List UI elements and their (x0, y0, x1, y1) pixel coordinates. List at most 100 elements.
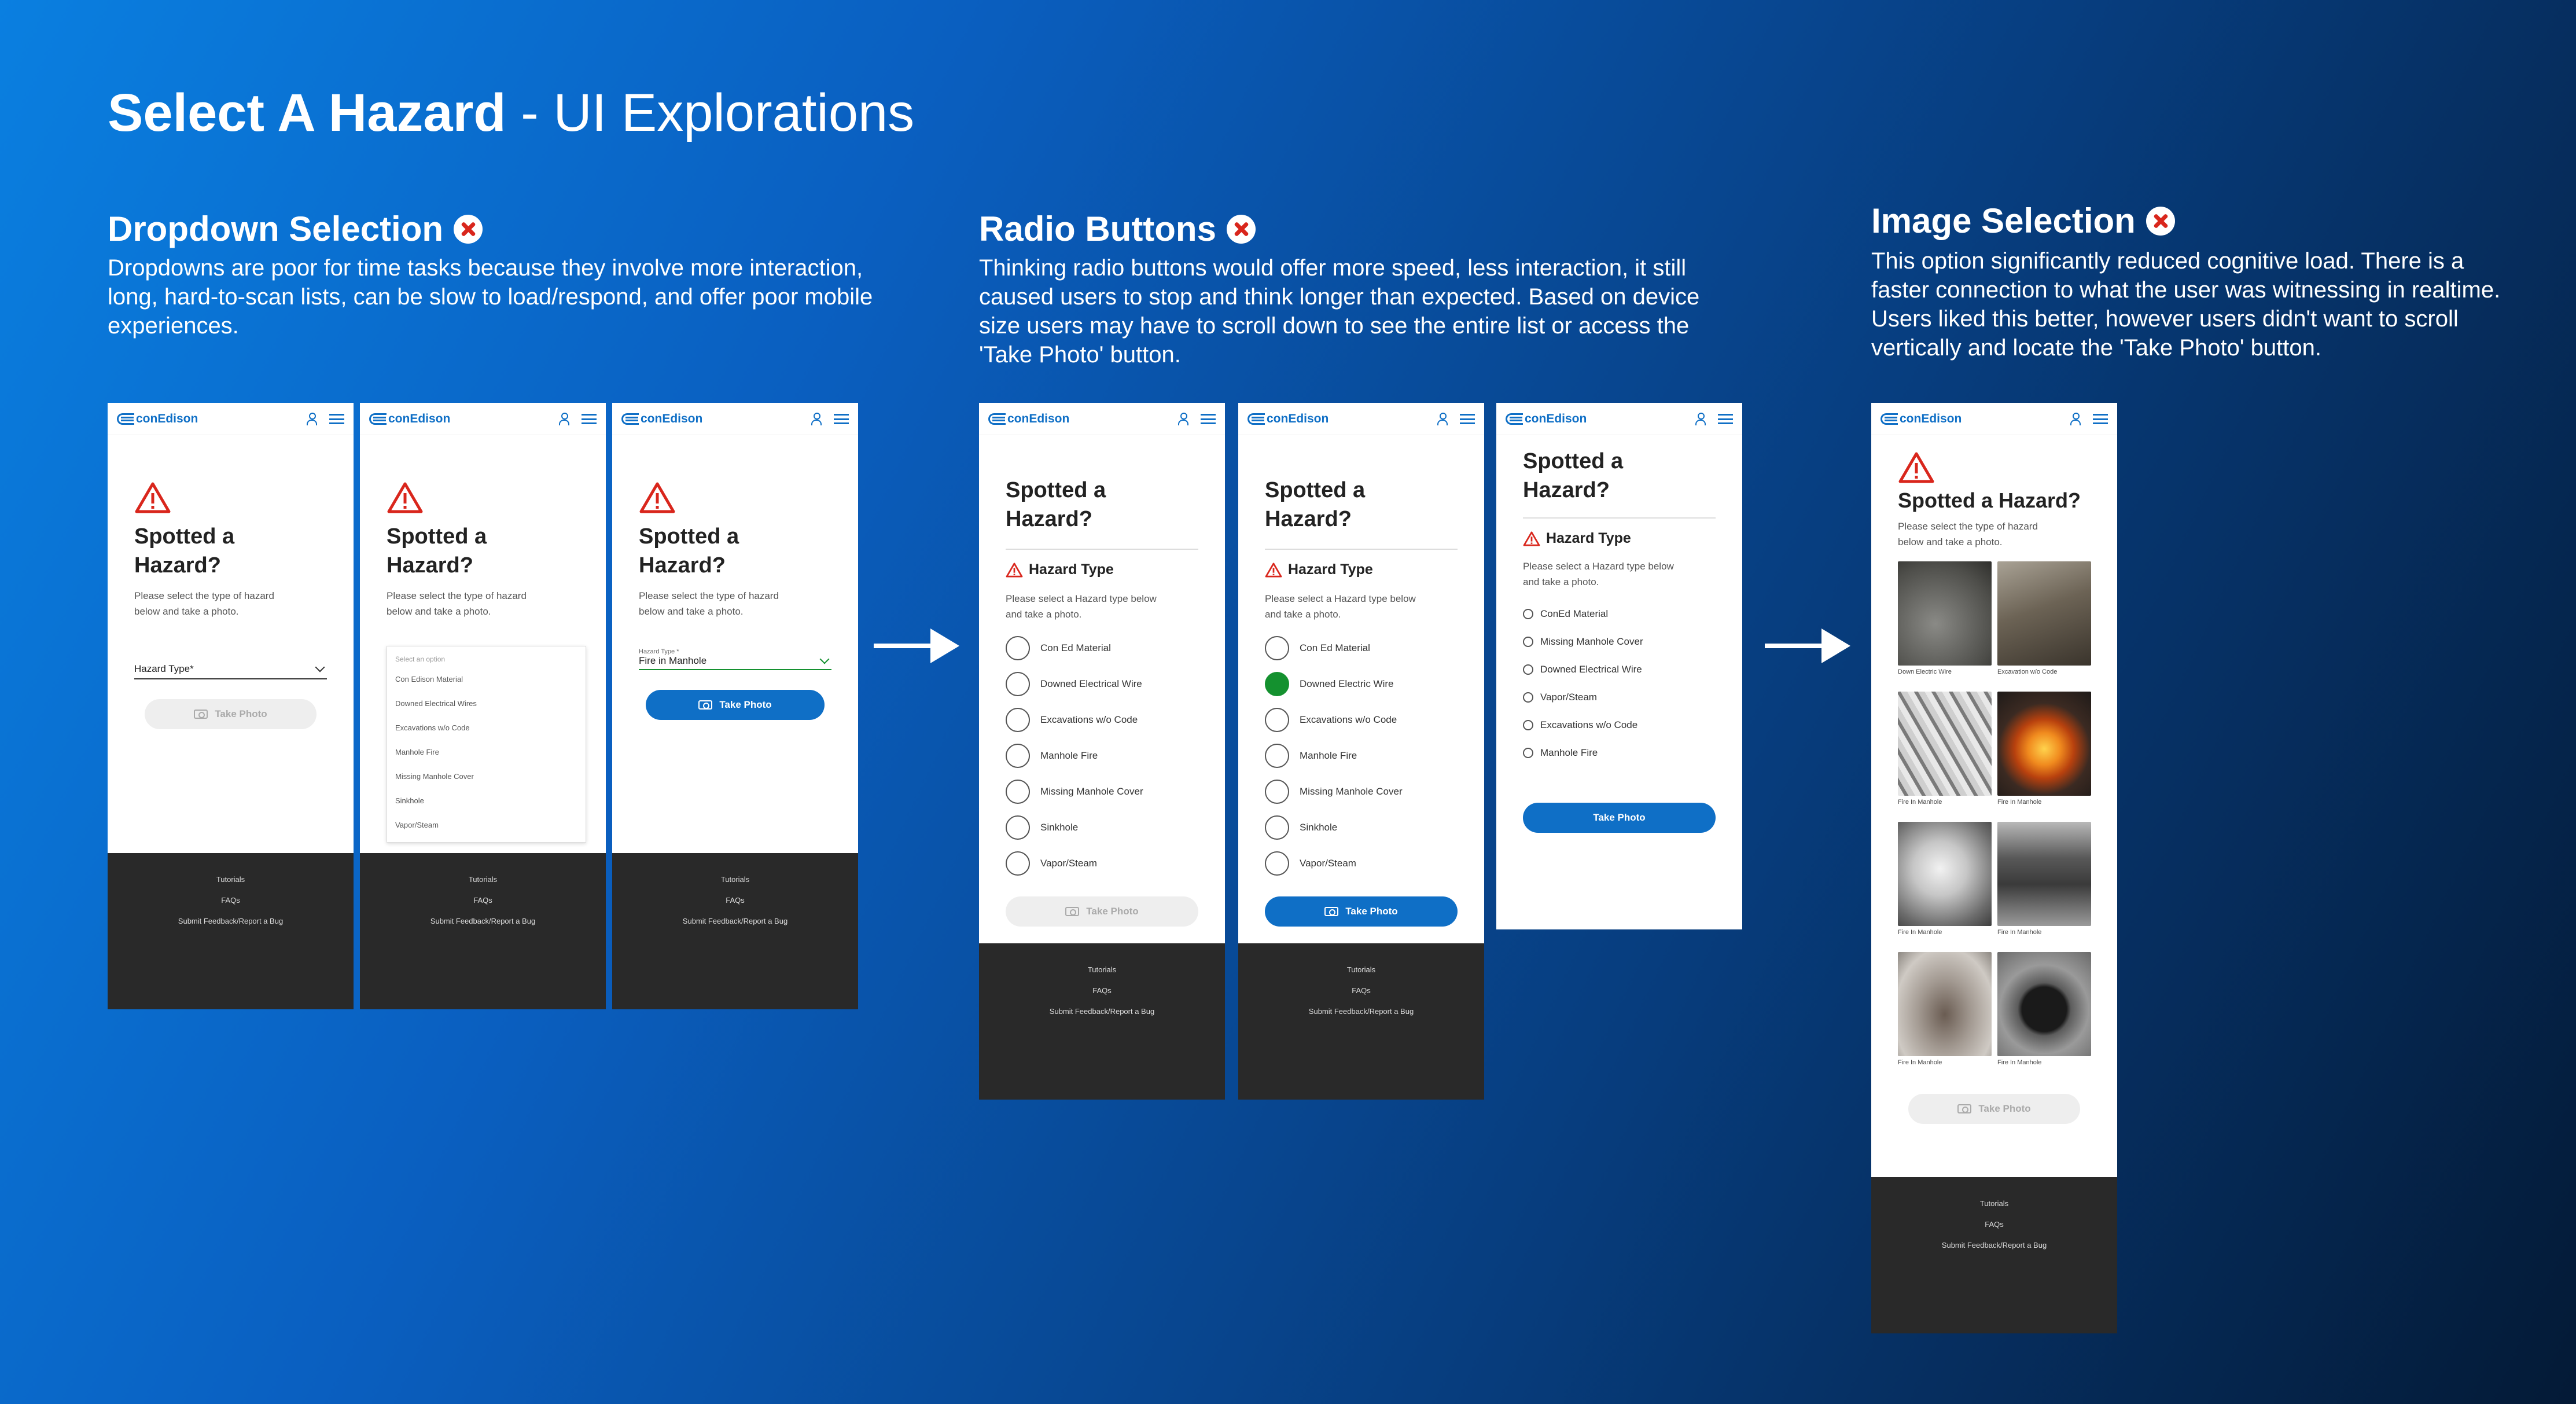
user-icon[interactable] (1695, 412, 1706, 425)
footer-tutorials-link[interactable]: Tutorials (612, 869, 858, 890)
smoke-photo[interactable] (1997, 822, 2091, 926)
radio-option[interactable]: Manhole Fire (1523, 739, 1716, 767)
radio-button[interactable] (1265, 851, 1289, 876)
take-photo-button[interactable]: Take Photo (646, 690, 825, 720)
conedison-logo[interactable]: conEdison (1881, 412, 1962, 426)
hazard-image-option[interactable]: Fire In Manhole (1898, 822, 1992, 952)
dropdown-option[interactable]: Manhole Fire (387, 740, 586, 765)
menu-icon[interactable] (834, 413, 849, 424)
menu-icon[interactable] (1201, 413, 1216, 424)
radio-button[interactable] (1265, 815, 1289, 840)
open-manhole-photo[interactable] (1997, 952, 2091, 1056)
footer-tutorials-link[interactable]: Tutorials (1871, 1193, 2117, 1214)
radio-option[interactable]: Vapor/Steam (1006, 846, 1198, 881)
take-photo-button[interactable]: Take Photo (1908, 1094, 2080, 1124)
radio-option[interactable]: Missing Manhole Cover (1523, 628, 1716, 656)
user-icon[interactable] (1437, 412, 1448, 425)
radio-button[interactable] (1523, 637, 1533, 647)
radio-option[interactable]: Manhole Fire (1265, 738, 1458, 774)
menu-icon[interactable] (1718, 413, 1733, 424)
radio-button[interactable] (1523, 664, 1533, 675)
radio-button[interactable] (1006, 851, 1030, 876)
footer-feedback-link[interactable]: Submit Feedback/Report a Bug (1871, 1235, 2117, 1256)
footer-faqs-link[interactable]: FAQs (1871, 1214, 2117, 1235)
radio-button[interactable] (1006, 815, 1030, 840)
footer-feedback-link[interactable]: Submit Feedback/Report a Bug (1238, 1001, 1484, 1022)
radio-button[interactable] (1006, 636, 1030, 660)
radio-option[interactable]: Sinkhole (1265, 810, 1458, 846)
barricade-photo[interactable] (1898, 692, 1992, 796)
radio-button[interactable] (1523, 692, 1533, 703)
hazard-image-option[interactable]: Excavation w/o Code (1997, 561, 2091, 692)
radio-option[interactable]: Manhole Fire (1006, 738, 1198, 774)
footer-faqs-link[interactable]: FAQs (108, 890, 354, 911)
dropdown-option[interactable]: Downed Electrical Wires (387, 692, 586, 716)
menu-icon[interactable] (329, 413, 344, 424)
conedison-logo[interactable]: conEdison (1506, 412, 1587, 426)
steam-photo[interactable] (1898, 822, 1992, 926)
footer-faqs-link[interactable]: FAQs (1238, 980, 1484, 1001)
conedison-logo[interactable]: conEdison (621, 412, 702, 426)
manhole-fire-photo[interactable] (1997, 692, 2091, 796)
radio-option[interactable]: Excavations w/o Code (1265, 702, 1458, 738)
user-icon[interactable] (306, 412, 317, 425)
take-photo-button[interactable]: Take Photo (1265, 896, 1458, 927)
radio-option[interactable]: Excavations w/o Code (1006, 702, 1198, 738)
take-photo-button[interactable]: Take Photo (1523, 803, 1716, 833)
radio-button[interactable] (1006, 708, 1030, 732)
radio-button[interactable] (1006, 780, 1030, 804)
excavation-photo[interactable] (1997, 561, 2091, 666)
radio-option[interactable]: ConEd Material (1523, 600, 1716, 628)
user-icon[interactable] (811, 412, 822, 425)
conedison-logo[interactable]: conEdison (369, 412, 450, 426)
dropdown-option[interactable]: Vapor/Steam (387, 813, 586, 837)
radio-button[interactable] (1265, 636, 1289, 660)
menu-icon[interactable] (2093, 413, 2108, 424)
hazard-image-option[interactable]: Down Electric Wire (1898, 561, 1992, 692)
take-photo-button[interactable]: Take Photo (1006, 896, 1198, 927)
radio-option[interactable]: Vapor/Steam (1265, 846, 1458, 881)
hazard-image-option[interactable]: Fire In Manhole (1997, 822, 2091, 952)
radio-button[interactable] (1006, 672, 1030, 696)
downed-wire-photo[interactable] (1898, 561, 1992, 666)
radio-button[interactable] (1265, 708, 1289, 732)
radio-button[interactable] (1265, 780, 1289, 804)
radio-option[interactable]: Downed Electrical Wire (1006, 666, 1198, 702)
hazard-type-select[interactable]: Hazard Type * Fire in Manhole (639, 648, 831, 670)
radio-option[interactable]: Vapor/Steam (1523, 683, 1716, 711)
hazard-image-option[interactable]: Fire In Manhole (1997, 952, 2091, 1082)
radio-button[interactable] (1523, 720, 1533, 730)
dropdown-option[interactable]: Sinkhole (387, 789, 586, 813)
radio-option[interactable]: Sinkhole (1006, 810, 1198, 846)
footer-tutorials-link[interactable]: Tutorials (108, 869, 354, 890)
footer-faqs-link[interactable]: FAQs (979, 980, 1225, 1001)
hazard-image-option[interactable]: Fire In Manhole (1898, 692, 1992, 822)
hazard-type-select[interactable]: Hazard Type* (134, 660, 327, 679)
radio-option[interactable]: Con Ed Material (1006, 630, 1198, 666)
radio-button[interactable] (1006, 744, 1030, 768)
hazard-image-option[interactable]: Fire In Manhole (1997, 692, 2091, 822)
footer-feedback-link[interactable]: Submit Feedback/Report a Bug (108, 911, 354, 932)
radio-option[interactable]: Missing Manhole Cover (1265, 774, 1458, 810)
footer-faqs-link[interactable]: FAQs (612, 890, 858, 911)
menu-icon[interactable] (582, 413, 597, 424)
footer-faqs-link[interactable]: FAQs (360, 890, 606, 911)
hazard-image-option[interactable]: Fire In Manhole (1898, 952, 1992, 1082)
conedison-logo[interactable]: conEdison (1247, 412, 1329, 426)
user-icon[interactable] (1177, 412, 1188, 425)
user-icon[interactable] (558, 412, 569, 425)
dropdown-option[interactable]: Con Edison Material (387, 667, 586, 692)
radio-button[interactable] (1523, 748, 1533, 758)
radio-button[interactable] (1523, 609, 1533, 619)
footer-tutorials-link[interactable]: Tutorials (360, 869, 606, 890)
footer-tutorials-link[interactable]: Tutorials (1238, 960, 1484, 980)
take-photo-button[interactable]: Take Photo (145, 699, 317, 729)
dropdown-option[interactable]: Excavations w/o Code (387, 716, 586, 740)
user-icon[interactable] (2070, 412, 2081, 425)
footer-tutorials-link[interactable]: Tutorials (979, 960, 1225, 980)
footer-feedback-link[interactable]: Submit Feedback/Report a Bug (612, 911, 858, 932)
conedison-logo[interactable]: conEdison (988, 412, 1069, 426)
footer-feedback-link[interactable]: Submit Feedback/Report a Bug (360, 911, 606, 932)
radio-option[interactable]: Con Ed Material (1265, 630, 1458, 666)
radio-option-selected[interactable]: Downed Electric Wire (1265, 666, 1458, 702)
